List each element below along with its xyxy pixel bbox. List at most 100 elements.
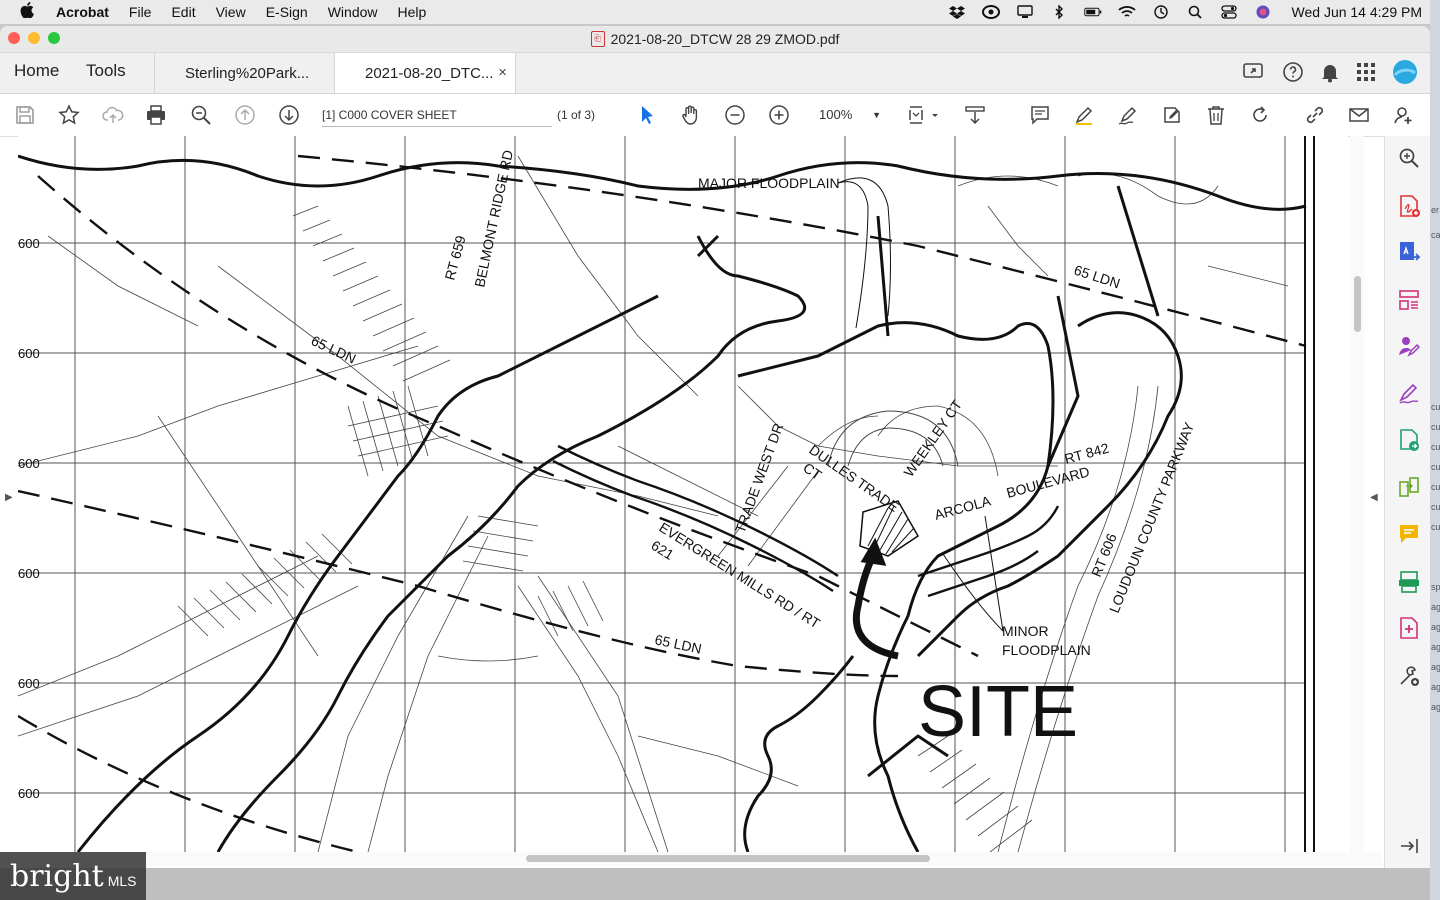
- page-count: (1 of 3): [557, 108, 596, 122]
- creative-cloud-icon[interactable]: [981, 5, 1000, 19]
- grid-label: 600: [18, 346, 40, 361]
- edge-text: ag: [1431, 642, 1440, 652]
- menu-bar: Acrobat File Edit View E-Sign Window Hel…: [0, 0, 1440, 24]
- control-center-icon[interactable]: [1220, 5, 1238, 19]
- save-icon[interactable]: [12, 103, 38, 127]
- notifications-bell-icon[interactable]: [1320, 61, 1340, 88]
- tab-tools[interactable]: Tools: [86, 61, 126, 81]
- comment-tool-icon[interactable]: [1397, 522, 1421, 546]
- create-pdf-icon[interactable]: [1397, 194, 1421, 218]
- more-tools-icon[interactable]: [1397, 664, 1421, 688]
- help-icon[interactable]: [1282, 61, 1304, 88]
- grid-label: 600: [18, 676, 40, 691]
- organize-pages-icon[interactable]: [1397, 288, 1421, 312]
- siri-icon[interactable]: [1254, 5, 1272, 19]
- menu-app-name[interactable]: Acrobat: [56, 4, 109, 20]
- close-window-button[interactable]: [8, 32, 20, 44]
- menu-window[interactable]: Window: [328, 4, 378, 20]
- horizontal-scroll-thumb[interactable]: [526, 855, 930, 862]
- bright-mls-watermark: bright MLS: [0, 852, 146, 900]
- cloud-upload-icon[interactable]: [100, 103, 126, 127]
- acrobat-window: ⎗ 2021-08-20_DTCW 28 29 ZMOD.pdf Home To…: [0, 26, 1430, 868]
- tab-label: Sterling%20Park...: [185, 64, 310, 82]
- edge-text: ag: [1431, 682, 1440, 692]
- share-screen-icon[interactable]: [1242, 61, 1266, 88]
- zoom-in-icon[interactable]: [766, 103, 792, 127]
- horizontal-scrollbar[interactable]: [0, 852, 1382, 866]
- watermark-brand: bright: [10, 858, 104, 894]
- zoom-window-button[interactable]: [48, 32, 60, 44]
- battery-icon[interactable]: [1083, 5, 1102, 19]
- right-panel-collapse-icon[interactable]: ◀: [1370, 492, 1378, 503]
- bluetooth-icon[interactable]: [1050, 5, 1068, 19]
- prepare-form-icon[interactable]: [1397, 616, 1421, 640]
- add-user-icon[interactable]: [1390, 103, 1416, 127]
- page-label-field[interactable]: [1] C000 COVER SHEET: [322, 104, 552, 127]
- close-tab-icon[interactable]: ×: [498, 64, 507, 81]
- send-for-review-icon[interactable]: [1397, 428, 1421, 452]
- select-pointer-icon[interactable]: [634, 103, 660, 127]
- time-machine-icon[interactable]: [1152, 5, 1170, 19]
- scan-ocr-icon[interactable]: [1397, 570, 1421, 594]
- minor-floodplain-label-line2: FLOODPLAIN: [1002, 642, 1091, 658]
- fill-sign-icon[interactable]: [1397, 382, 1421, 406]
- collapse-panel-icon[interactable]: [1397, 834, 1421, 858]
- email-icon[interactable]: [1346, 103, 1372, 127]
- edit-pdf-icon[interactable]: [1159, 103, 1185, 127]
- hand-tool-icon[interactable]: [678, 103, 704, 127]
- edge-text: ca: [1431, 230, 1440, 240]
- apple-menu-icon[interactable]: [20, 1, 38, 23]
- zoom-out-icon[interactable]: [722, 103, 748, 127]
- menu-help[interactable]: Help: [398, 4, 427, 20]
- edge-text: ag: [1431, 622, 1440, 632]
- edge-text: cu: [1431, 442, 1440, 452]
- edge-text: cu: [1431, 422, 1440, 432]
- edge-text: cu: [1431, 502, 1440, 512]
- request-signature-icon[interactable]: [1397, 334, 1421, 358]
- compare-files-icon[interactable]: [1397, 476, 1421, 500]
- previous-page-icon[interactable]: [232, 103, 258, 127]
- grid-label: 600: [18, 786, 40, 801]
- grid-label: 600: [18, 566, 40, 581]
- menu-clock[interactable]: Wed Jun 14 4:29 PM: [1292, 4, 1422, 20]
- minimize-window-button[interactable]: [28, 32, 40, 44]
- main-toolbar: [1] C000 COVER SHEET (1 of 3) 100% ▼: [0, 94, 1430, 137]
- left-panel-toggle-icon[interactable]: ▶: [5, 492, 13, 503]
- pdf-page-view[interactable]: 600 600 600 600 600 600 MAJOR FLOODPLAIN…: [18, 136, 1348, 852]
- search-zoom-icon[interactable]: [1397, 146, 1421, 170]
- fit-page-icon[interactable]: [904, 103, 942, 127]
- tab-label: 2021-08-20_DTC...: [365, 64, 494, 82]
- tab-document-sterling[interactable]: Sterling%20Park...: [154, 53, 334, 93]
- highlight-pen-icon[interactable]: [1071, 103, 1097, 127]
- bookmark-star-icon[interactable]: [56, 103, 82, 127]
- display-icon[interactable]: [1016, 5, 1034, 19]
- draw-signature-icon[interactable]: [1115, 103, 1141, 127]
- vertical-scroll-thumb[interactable]: [1354, 276, 1361, 332]
- zoom-search-icon[interactable]: [188, 103, 214, 127]
- tools-panel: [1384, 136, 1430, 868]
- major-floodplain-label: MAJOR FLOODPLAIN: [698, 175, 840, 191]
- print-icon[interactable]: [143, 103, 169, 127]
- export-pdf-icon[interactable]: [1397, 240, 1421, 264]
- wifi-icon[interactable]: [1117, 5, 1136, 19]
- rotate-icon[interactable]: [1247, 103, 1273, 127]
- delete-trash-icon[interactable]: [1203, 103, 1229, 127]
- scroll-mode-icon[interactable]: [962, 103, 988, 127]
- account-avatar[interactable]: [1392, 59, 1418, 90]
- menu-esign[interactable]: E-Sign: [266, 4, 308, 20]
- menu-view[interactable]: View: [216, 4, 246, 20]
- menu-edit[interactable]: Edit: [171, 4, 195, 20]
- vertical-scrollbar[interactable]: [1350, 136, 1364, 852]
- next-page-icon[interactable]: [276, 103, 302, 127]
- tab-home[interactable]: Home: [14, 61, 59, 81]
- share-link-icon[interactable]: [1302, 103, 1328, 127]
- tab-bar: Home Tools Sterling%20Park... 2021-08-20…: [0, 53, 1430, 94]
- menu-file[interactable]: File: [129, 4, 152, 20]
- tab-document-active[interactable]: 2021-08-20_DTC... ×: [334, 53, 516, 93]
- edge-text: cu: [1431, 402, 1440, 412]
- dropbox-icon[interactable]: [948, 5, 966, 19]
- zoom-level-select[interactable]: 100% ▼: [811, 104, 885, 126]
- apps-grid-icon[interactable]: [1356, 62, 1376, 87]
- comment-icon[interactable]: [1027, 103, 1053, 127]
- spotlight-search-icon[interactable]: [1186, 5, 1204, 19]
